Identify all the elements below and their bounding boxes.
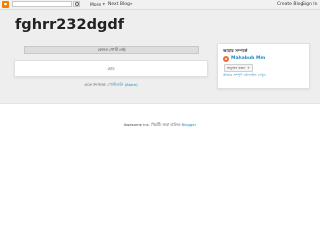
search-input[interactable] xyxy=(12,1,72,7)
blogger-link[interactable]: Blogger xyxy=(182,122,197,127)
attribution-powered: দ্বারা চালিত xyxy=(162,122,182,127)
more-menu[interactable]: More ▼ xyxy=(90,1,105,9)
blogger-logo-icon[interactable] xyxy=(2,1,9,8)
about-me-widget: আমার সম্পর্কে Mahabub Mm অনুসরণ করুন + আ… xyxy=(217,43,310,89)
subscribe-label: এতে সদস্যতা: xyxy=(84,82,107,87)
home-link[interactable]: হোম xyxy=(107,66,114,71)
blogger-profile-icon xyxy=(223,56,229,62)
follow-label: অনুসরণ করুন xyxy=(227,66,246,70)
subscribe-line: এতে সদস্যতা: পোস্টগুলি (Atom) xyxy=(14,82,208,88)
follow-button[interactable]: অনুসরণ করুন + xyxy=(224,64,253,72)
plus-icon: + xyxy=(247,66,250,70)
search-icon[interactable] xyxy=(73,1,80,7)
attribution-theme: Awesome Inc. থিমটি। xyxy=(123,122,163,127)
sign-in-link[interactable]: Sign In xyxy=(302,1,317,8)
theme-attribution: Awesome Inc. থিমটি। দ্বারা চালিত Blogger xyxy=(0,122,320,128)
widget-title: আমার সম্পর্কে xyxy=(223,48,248,53)
chevron-down-icon: ▼ xyxy=(102,2,105,6)
top-navbar: More ▼ Next Blog» Create Blog Sign In xyxy=(0,0,320,10)
next-blog-link[interactable]: Next Blog» xyxy=(108,1,133,8)
profile-name-link[interactable]: Mahabub Mm xyxy=(231,56,265,62)
full-profile-link[interactable]: আমার সম্পূর্ণ প্রোফাইল দেখুন xyxy=(223,73,266,78)
status-message: কোনও পোস্ট নেই৷ xyxy=(24,46,199,54)
home-link-box: হোম xyxy=(14,60,208,77)
create-blog-link[interactable]: Create Blog xyxy=(277,1,303,8)
footer: Awesome Inc. থিমটি। দ্বারা চালিত Blogger xyxy=(0,103,320,241)
blog-title[interactable]: fghrr232dgdf xyxy=(15,16,124,34)
atom-feed-link[interactable]: পোস্টগুলি (Atom) xyxy=(107,82,137,87)
more-menu-label: More xyxy=(90,3,102,8)
